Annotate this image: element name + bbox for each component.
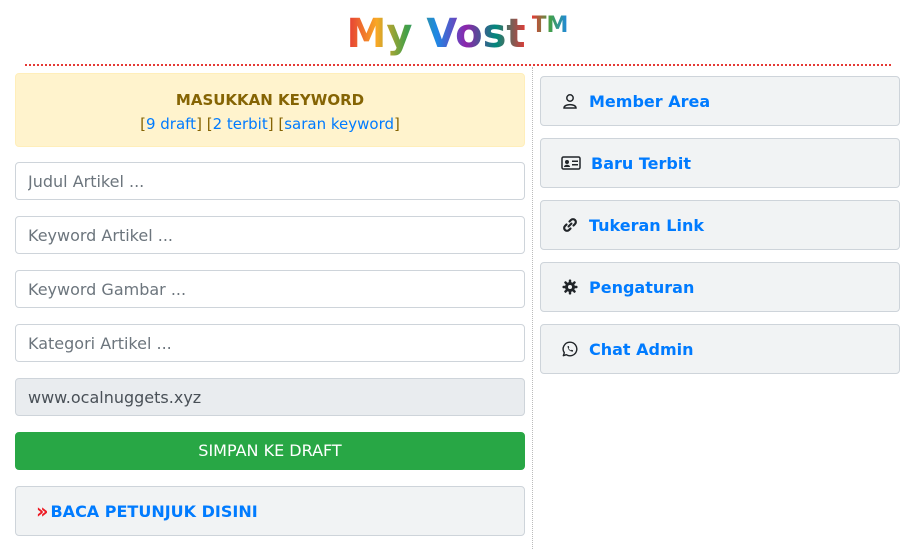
trademark-symbol: TM — [531, 13, 569, 38]
link-icon — [561, 216, 579, 234]
draft-count-link[interactable]: 9 draft — [146, 115, 196, 133]
save-draft-button[interactable]: SIMPAN KE DRAFT — [15, 432, 525, 470]
header: My Vost TM — [0, 0, 915, 66]
sidebar-item-baru-terbit[interactable]: Baru Terbit — [540, 138, 900, 188]
double-chevron-right-icon: ›› — [36, 499, 49, 523]
bracket: ] — [196, 115, 202, 133]
header-divider — [25, 64, 891, 66]
sidebar-item-label: Member Area — [589, 91, 711, 111]
site-url-field — [15, 378, 525, 416]
read-guide-button[interactable]: ›› BACA PETUNJUK DISINI — [15, 486, 525, 536]
user-icon — [561, 92, 579, 110]
sidebar-item-member-area[interactable]: Member Area — [540, 76, 900, 126]
image-keyword-input[interactable] — [15, 270, 525, 308]
app-title-text: My Vost — [346, 11, 526, 57]
id-card-icon — [561, 154, 581, 172]
keyword-suggestion-link[interactable]: saran keyword — [284, 115, 394, 133]
article-form-column: MASUKKAN KEYWORD [9 draft] [2 terbit] [s… — [15, 73, 525, 536]
sidebar-item-chat-admin[interactable]: Chat Admin — [540, 324, 900, 374]
bracket: ] — [394, 115, 400, 133]
column-divider — [532, 67, 533, 549]
gear-icon — [561, 278, 579, 296]
keyword-panel: MASUKKAN KEYWORD [9 draft] [2 terbit] [s… — [15, 73, 525, 147]
read-guide-label: BACA PETUNJUK DISINI — [50, 501, 258, 521]
bracket: ] — [267, 115, 274, 133]
article-title-input[interactable] — [15, 162, 525, 200]
sidebar-item-label: Baru Terbit — [591, 153, 691, 173]
article-category-input[interactable] — [15, 324, 525, 362]
whatsapp-icon — [561, 340, 579, 358]
sidebar-item-pengaturan[interactable]: Pengaturan — [540, 262, 900, 312]
published-count-link[interactable]: 2 terbit — [213, 115, 268, 133]
app-title: My Vost TM — [0, 8, 915, 60]
sidebar-item-tukeran-link[interactable]: Tukeran Link — [540, 200, 900, 250]
sidebar-menu: Member Area Baru Terbit Tukeran Link Pen… — [540, 76, 900, 386]
keyword-panel-links: [9 draft] [2 terbit] [saran keyword] — [16, 114, 524, 134]
sidebar-item-label: Tukeran Link — [589, 215, 704, 235]
article-keyword-input[interactable] — [15, 216, 525, 254]
keyword-panel-heading: MASUKKAN KEYWORD — [175, 91, 365, 109]
sidebar-item-label: Pengaturan — [589, 277, 695, 297]
sidebar-item-label: Chat Admin — [589, 339, 694, 359]
